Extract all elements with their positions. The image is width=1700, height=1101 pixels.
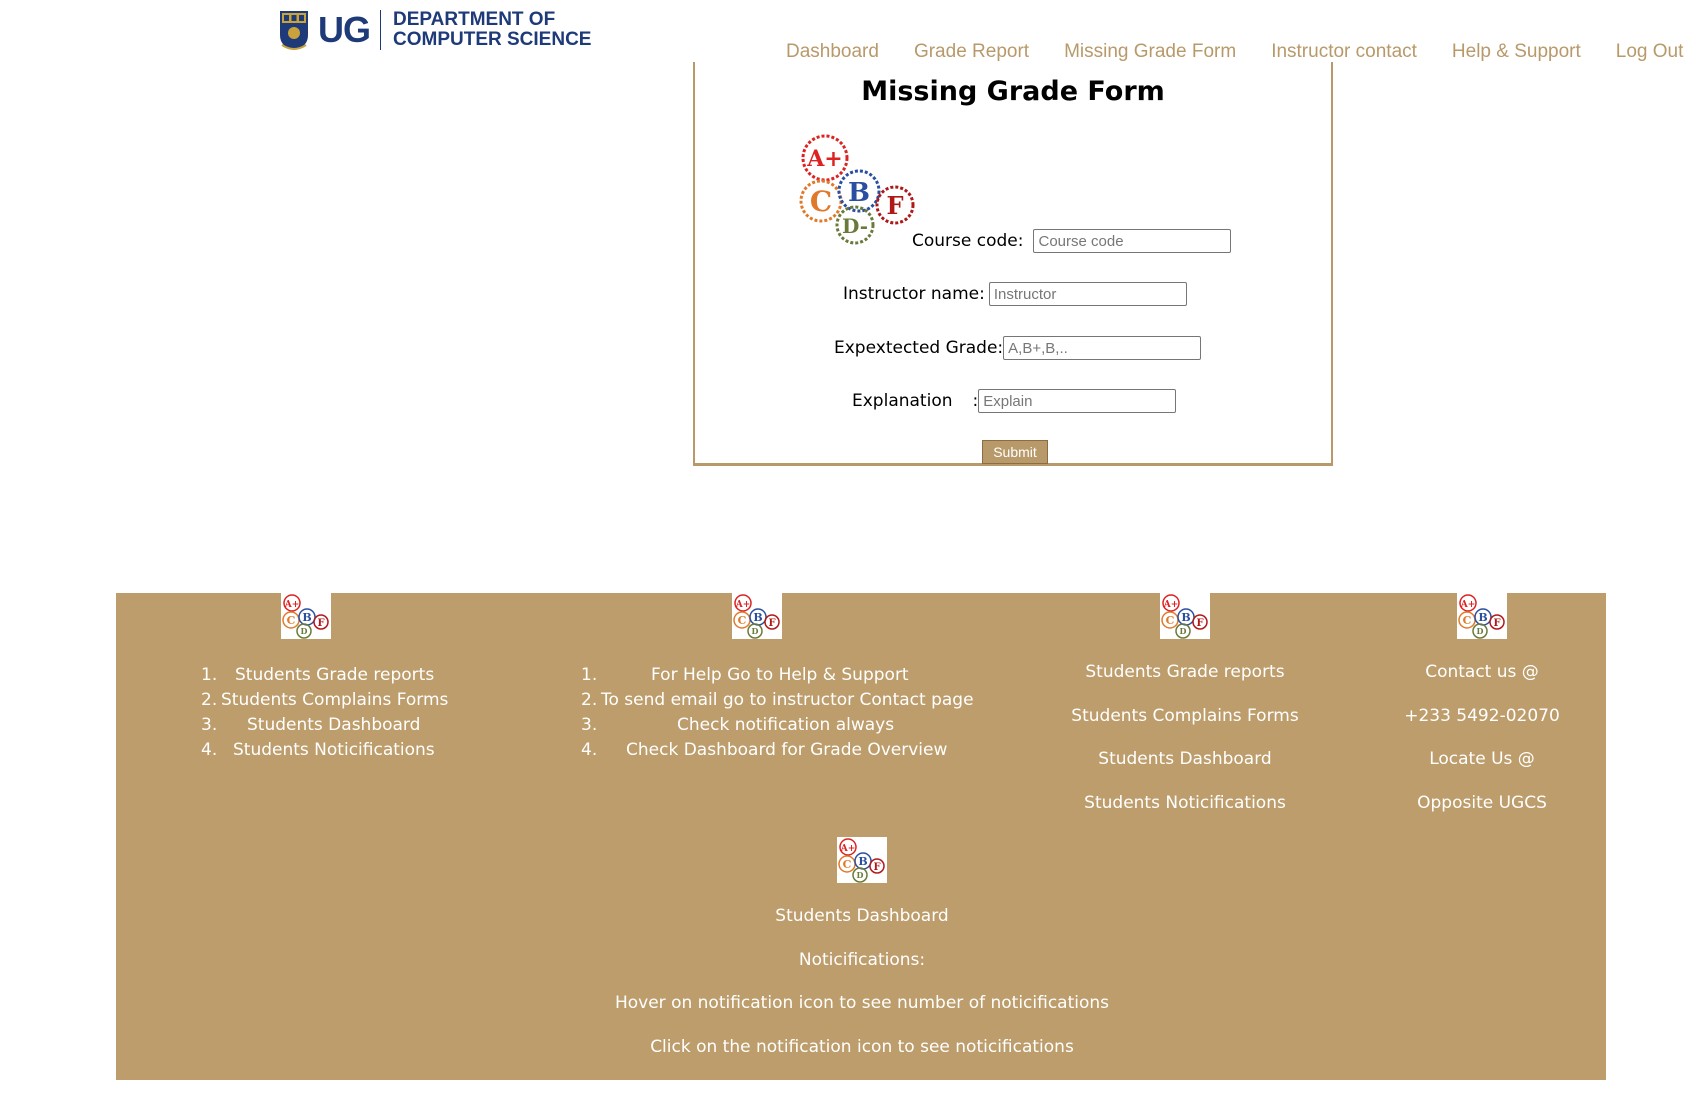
svg-text:C: C [810,185,832,218]
svg-text:B: B [848,178,870,208]
grades-badge-icon: A+ C B F D- [799,134,915,245]
explanation-label: Explanation [852,391,953,411]
grades-thumb-icon: A+ C B F D [281,593,331,639]
list-item: 2. Students Complains Forms [201,690,449,710]
course-code-label: Course code: [912,231,1024,251]
contact-phone: +233 5492-02070 [1404,705,1560,726]
svg-text:C: C [738,614,747,627]
svg-text:A+: A+ [1163,600,1179,610]
footer-col2-list: 1. For Help Go to Help & Support 2. To sen… [581,663,974,763]
svg-text:D: D [1180,626,1187,636]
grades-thumb-icon: A+ C B F D [1160,593,1210,639]
ug-logo[interactable]: UG DEPARTMENT OF COMPUTER SCIENCE [278,8,591,52]
svg-text:C: C [287,614,296,627]
svg-text:D: D [752,626,759,636]
instructor-label: Instructor name: [843,284,985,304]
contact-us-label: Contact us @ [1425,662,1539,682]
footer-link-grade-reports[interactable]: Students Grade reports [1065,651,1305,695]
footer-col1-list: 1. Students Grade reports 2. Students Comp… [201,663,448,763]
instructor-input[interactable] [988,282,1187,306]
list-item: 4. Check Dashboard for Grade Overview [581,740,948,760]
footer-col3: Students Grade reports Students Complain… [1065,651,1305,825]
svg-text:A+: A+ [284,600,300,610]
missing-grade-form: Missing Grade Form A+ C B F D- Course co… [693,62,1333,466]
expected-grade-row: Expextected Grade: [834,336,1202,360]
explanation-input[interactable] [978,389,1177,413]
svg-text:F: F [1493,618,1500,629]
footer-notifications-info: Students Dashboard Noticifications: Hove… [562,895,1162,1069]
list-item: 3. Students Dashboard [201,715,421,735]
logo-divider [380,10,381,50]
nav-help-support[interactable]: Help & Support [1452,38,1581,66]
svg-text:D: D [301,626,308,636]
footer-link-dashboard[interactable]: Students Dashboard [1065,738,1305,782]
list-item: 4. Students Noticifications [201,740,435,760]
expected-grade-input[interactable] [1003,336,1202,360]
footer-dashboard-label: Students Dashboard [775,906,949,926]
department-line-1: DEPARTMENT OF [393,9,556,30]
footer-col4: Contact us @ +233 5492-02070 Locate Us @… [1382,651,1582,825]
expected-grade-label: Expextected Grade: [834,338,1004,358]
svg-text:F: F [317,618,324,629]
explanation-row: Explanation : [852,389,1177,413]
svg-text:D: D [1477,626,1484,636]
svg-text:B: B [753,611,762,624]
instructor-row: Instructor name: [843,282,1187,306]
department-name: DEPARTMENT OF COMPUTER SCIENCE [393,10,591,50]
footer-link-notifications[interactable]: Students Noticifications [1065,782,1305,826]
footer-notifications-hover-tip: Hover on notification icon to see number… [614,993,1110,1013]
svg-text:D-: D- [842,214,868,238]
list-item: 3. Check notification always [581,715,895,735]
submit-button[interactable]: Submit [982,440,1048,464]
svg-text:A+: A+ [735,600,751,610]
grades-thumb-icon: A+ C B F D [1457,593,1507,639]
svg-text:F: F [1196,618,1203,629]
form-title: Missing Grade Form [861,76,1165,107]
grades-thumb-icon: A+ C B F D [732,593,782,639]
svg-text:A+: A+ [806,146,843,172]
logo-ug-text: UG [318,9,371,50]
footer-notifications-click-tip: Click on the notification icon to see no… [650,1036,1074,1057]
course-code-row: Course code: [912,229,1232,253]
list-item: 1. Students Grade reports [201,665,435,685]
list-item: 1. For Help Go to Help & Support [581,665,909,685]
svg-text:C: C [1463,614,1472,627]
svg-text:A+: A+ [840,844,856,854]
footer-link-complains-forms[interactable]: Students Complains Forms [1065,695,1305,739]
location-text: Opposite UGCS [1417,792,1547,813]
svg-text:B: B [1181,611,1190,624]
svg-text:F: F [886,191,903,220]
svg-text:C: C [843,858,852,871]
course-code-input[interactable] [1033,229,1232,253]
nav-log-out[interactable]: Log Out [1616,38,1684,66]
svg-text:F: F [873,862,880,873]
ug-crest-icon [278,9,310,51]
footer: A+ C B F D A+ C B F D A+ C B F D A+ C B F D 1. Students G… [116,593,1606,1080]
list-item: 2. To send email go to instructor Contact… [581,690,974,710]
svg-text:B: B [1478,611,1487,624]
footer-notifications-heading: Noticifications: [798,949,926,970]
svg-text:A+: A+ [1460,600,1476,610]
svg-text:B: B [302,611,311,624]
svg-text:B: B [858,855,867,868]
svg-text:D: D [857,870,864,880]
locate-us-label: Locate Us @ [1429,749,1535,769]
department-line-2: COMPUTER SCIENCE [393,29,592,50]
svg-text:F: F [768,618,775,629]
svg-text:C: C [1166,614,1175,627]
grades-thumb-icon: A+ C B F D [837,837,887,883]
